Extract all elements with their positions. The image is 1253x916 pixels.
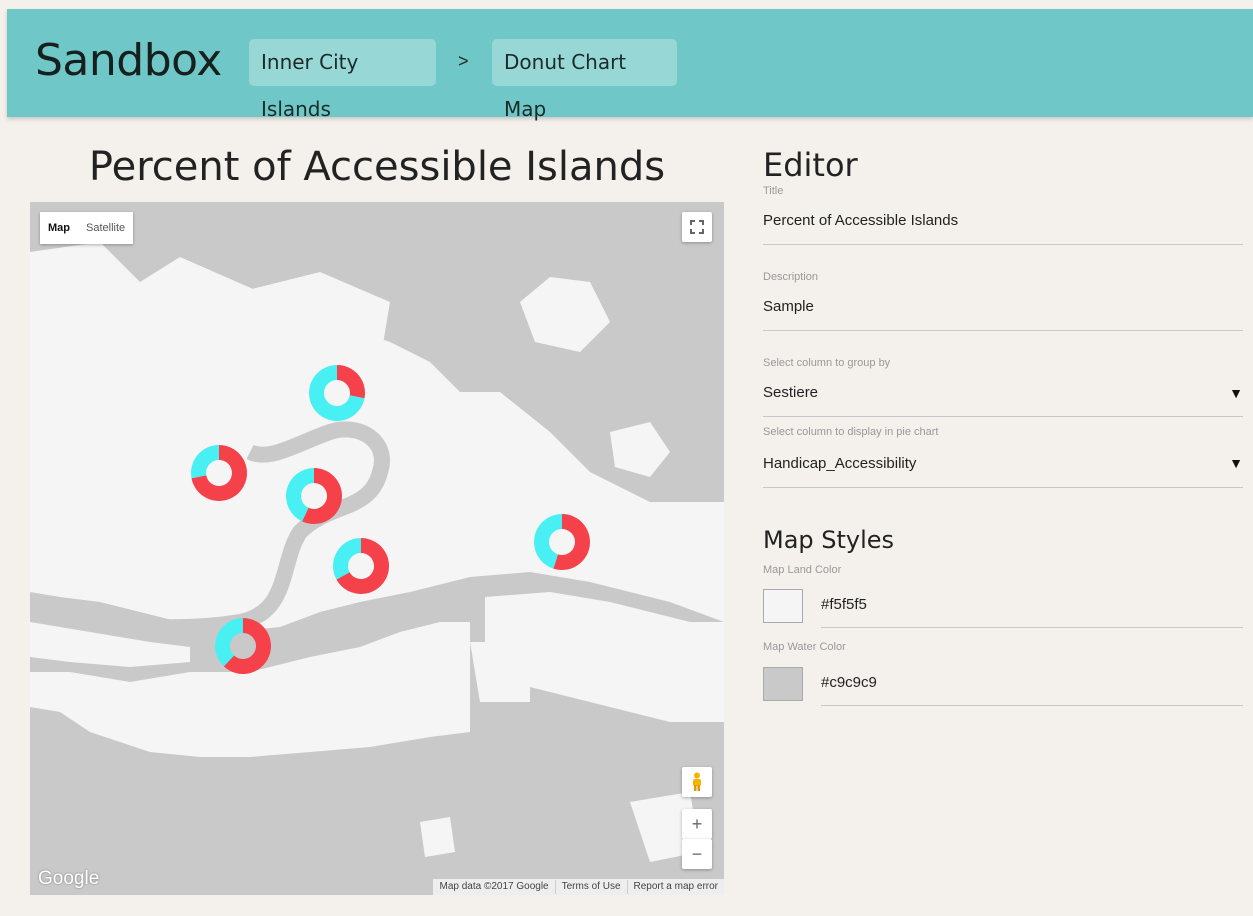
map-type-map-button[interactable]: Map (40, 212, 78, 244)
pie-column-label: Select column to display in pie chart (763, 426, 939, 438)
minus-icon: − (691, 843, 703, 864)
land-mass (470, 642, 530, 702)
breadcrumb-separator: > (458, 51, 469, 71)
map-styles-heading: Map Styles (763, 526, 895, 554)
title-label: Title (763, 185, 784, 197)
terms-of-use-link[interactable]: Terms of Use (554, 880, 627, 894)
editor-heading: Editor (763, 146, 858, 184)
land-mass (520, 277, 610, 352)
map-view[interactable]: Map Satellite + − Google Map data ©2017 … (30, 202, 724, 895)
water-color-swatch[interactable] (763, 667, 803, 701)
title-underline (763, 244, 1243, 245)
land-color-swatch[interactable] (763, 589, 803, 623)
group-by-label: Select column to group by (763, 357, 891, 369)
map-data-text: Map data ©2017 Google (439, 881, 549, 892)
top-bar: Sandbox Inner City Islands > Donut Chart… (7, 9, 1253, 121)
land-color-label: Map Land Color (763, 564, 842, 576)
water-color-label: Map Water Color (763, 641, 846, 653)
plus-icon: + (691, 813, 703, 834)
map-type-satellite-button[interactable]: Satellite (78, 212, 133, 244)
group-by-underline (763, 416, 1243, 417)
land-mass (420, 817, 455, 857)
group-by-dropdown-icon[interactable]: ▼ (1229, 385, 1243, 401)
fullscreen-button[interactable] (682, 212, 712, 242)
breadcrumb-donut-chart-map[interactable]: Donut Chart Map (492, 39, 677, 121)
chart-title: Percent of Accessible Islands (88, 144, 666, 190)
donut-chart[interactable] (215, 618, 271, 674)
report-map-error-link[interactable]: Report a map error (626, 880, 724, 894)
zoom-in-button[interactable]: + (682, 809, 712, 839)
land-mass (610, 422, 670, 477)
water-color-value[interactable]: #c9c9c9 (821, 674, 877, 691)
land-color-value[interactable]: #f5f5f5 (821, 596, 867, 613)
description-label: Description (763, 271, 819, 283)
land-color-underline (821, 627, 1243, 628)
google-logo: Google (38, 868, 100, 889)
description-input[interactable] (763, 298, 1243, 315)
group-by-select[interactable]: Sestiere (763, 384, 1243, 401)
description-underline (763, 330, 1243, 331)
pie-column-select[interactable]: Handicap_Accessibility (763, 455, 1243, 472)
map-type-control: Map Satellite (40, 212, 134, 244)
zoom-out-button[interactable]: − (682, 839, 712, 869)
pie-column-underline (763, 487, 1243, 488)
fullscreen-icon (690, 220, 704, 234)
pegman-icon (693, 772, 701, 791)
breadcrumb-inner-city-islands[interactable]: Inner City Islands (249, 39, 436, 121)
pegman-button[interactable] (682, 767, 712, 797)
map-canvas[interactable] (30, 202, 724, 895)
map-attribution: Map data ©2017 Google Terms of Use Repor… (433, 879, 724, 895)
title-input[interactable] (763, 212, 1243, 229)
water-color-underline (821, 705, 1243, 706)
pie-column-dropdown-icon[interactable]: ▼ (1229, 455, 1243, 471)
brand-title[interactable]: Sandbox (35, 35, 222, 86)
